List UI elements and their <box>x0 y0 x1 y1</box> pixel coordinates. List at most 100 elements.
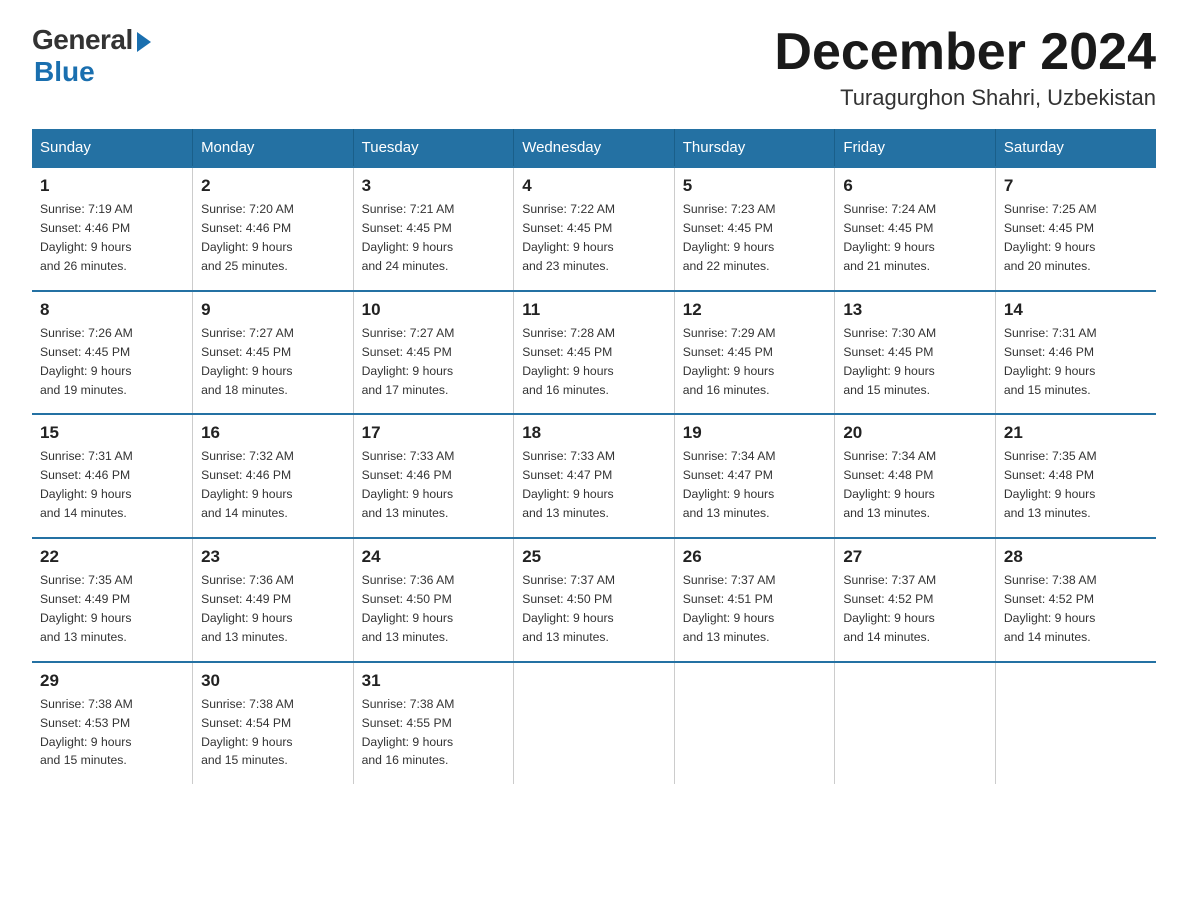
day-number: 3 <box>362 176 506 196</box>
day-number: 14 <box>1004 300 1148 320</box>
calendar-cell: 3 Sunrise: 7:21 AM Sunset: 4:45 PM Dayli… <box>353 167 514 291</box>
day-info: Sunrise: 7:28 AM Sunset: 4:45 PM Dayligh… <box>522 324 666 400</box>
day-info: Sunrise: 7:36 AM Sunset: 4:50 PM Dayligh… <box>362 571 506 647</box>
day-number: 2 <box>201 176 345 196</box>
day-number: 10 <box>362 300 506 320</box>
calendar-week-row: 8 Sunrise: 7:26 AM Sunset: 4:45 PM Dayli… <box>32 291 1156 415</box>
calendar-cell: 20 Sunrise: 7:34 AM Sunset: 4:48 PM Dayl… <box>835 414 996 538</box>
calendar-subtitle: Turagurghon Shahri, Uzbekistan <box>774 85 1156 111</box>
calendar-cell: 25 Sunrise: 7:37 AM Sunset: 4:50 PM Dayl… <box>514 538 675 662</box>
day-number: 15 <box>40 423 184 443</box>
day-number: 23 <box>201 547 345 567</box>
calendar-cell: 23 Sunrise: 7:36 AM Sunset: 4:49 PM Dayl… <box>193 538 354 662</box>
day-info: Sunrise: 7:34 AM Sunset: 4:47 PM Dayligh… <box>683 447 827 523</box>
logo-blue-text: Blue <box>34 56 95 88</box>
day-info: Sunrise: 7:33 AM Sunset: 4:47 PM Dayligh… <box>522 447 666 523</box>
day-number: 22 <box>40 547 184 567</box>
calendar-week-row: 29 Sunrise: 7:38 AM Sunset: 4:53 PM Dayl… <box>32 662 1156 785</box>
calendar-cell: 24 Sunrise: 7:36 AM Sunset: 4:50 PM Dayl… <box>353 538 514 662</box>
day-number: 24 <box>362 547 506 567</box>
day-number: 18 <box>522 423 666 443</box>
day-info: Sunrise: 7:37 AM Sunset: 4:50 PM Dayligh… <box>522 571 666 647</box>
calendar-cell: 10 Sunrise: 7:27 AM Sunset: 4:45 PM Dayl… <box>353 291 514 415</box>
day-info: Sunrise: 7:38 AM Sunset: 4:55 PM Dayligh… <box>362 695 506 771</box>
calendar-cell: 31 Sunrise: 7:38 AM Sunset: 4:55 PM Dayl… <box>353 662 514 785</box>
calendar-header-row: SundayMondayTuesdayWednesdayThursdayFrid… <box>32 129 1156 167</box>
day-number: 8 <box>40 300 184 320</box>
day-info: Sunrise: 7:38 AM Sunset: 4:53 PM Dayligh… <box>40 695 184 771</box>
calendar-cell: 1 Sunrise: 7:19 AM Sunset: 4:46 PM Dayli… <box>32 167 193 291</box>
day-info: Sunrise: 7:19 AM Sunset: 4:46 PM Dayligh… <box>40 200 184 276</box>
day-info: Sunrise: 7:22 AM Sunset: 4:45 PM Dayligh… <box>522 200 666 276</box>
day-info: Sunrise: 7:38 AM Sunset: 4:54 PM Dayligh… <box>201 695 345 771</box>
calendar-week-row: 1 Sunrise: 7:19 AM Sunset: 4:46 PM Dayli… <box>32 167 1156 291</box>
day-number: 21 <box>1004 423 1148 443</box>
day-number: 25 <box>522 547 666 567</box>
calendar-cell <box>995 662 1156 785</box>
day-info: Sunrise: 7:20 AM Sunset: 4:46 PM Dayligh… <box>201 200 345 276</box>
day-header-tuesday: Tuesday <box>353 129 514 167</box>
day-number: 19 <box>683 423 827 443</box>
calendar-cell: 19 Sunrise: 7:34 AM Sunset: 4:47 PM Dayl… <box>674 414 835 538</box>
logo-general-text: General <box>32 24 133 56</box>
calendar-cell: 22 Sunrise: 7:35 AM Sunset: 4:49 PM Dayl… <box>32 538 193 662</box>
calendar-cell: 18 Sunrise: 7:33 AM Sunset: 4:47 PM Dayl… <box>514 414 675 538</box>
day-number: 27 <box>843 547 987 567</box>
day-header-monday: Monday <box>193 129 354 167</box>
day-info: Sunrise: 7:31 AM Sunset: 4:46 PM Dayligh… <box>40 447 184 523</box>
day-info: Sunrise: 7:26 AM Sunset: 4:45 PM Dayligh… <box>40 324 184 400</box>
calendar-title-block: December 2024 Turagurghon Shahri, Uzbeki… <box>774 24 1156 111</box>
calendar-cell <box>835 662 996 785</box>
calendar-cell: 4 Sunrise: 7:22 AM Sunset: 4:45 PM Dayli… <box>514 167 675 291</box>
day-number: 1 <box>40 176 184 196</box>
day-number: 17 <box>362 423 506 443</box>
day-number: 16 <box>201 423 345 443</box>
calendar-cell: 14 Sunrise: 7:31 AM Sunset: 4:46 PM Dayl… <box>995 291 1156 415</box>
day-number: 11 <box>522 300 666 320</box>
day-info: Sunrise: 7:27 AM Sunset: 4:45 PM Dayligh… <box>201 324 345 400</box>
day-number: 20 <box>843 423 987 443</box>
calendar-cell: 5 Sunrise: 7:23 AM Sunset: 4:45 PM Dayli… <box>674 167 835 291</box>
day-number: 4 <box>522 176 666 196</box>
logo-arrow-icon <box>137 32 151 52</box>
day-info: Sunrise: 7:38 AM Sunset: 4:52 PM Dayligh… <box>1004 571 1148 647</box>
calendar-cell: 27 Sunrise: 7:37 AM Sunset: 4:52 PM Dayl… <box>835 538 996 662</box>
calendar-cell: 9 Sunrise: 7:27 AM Sunset: 4:45 PM Dayli… <box>193 291 354 415</box>
day-number: 5 <box>683 176 827 196</box>
calendar-cell <box>514 662 675 785</box>
day-number: 9 <box>201 300 345 320</box>
calendar-cell: 16 Sunrise: 7:32 AM Sunset: 4:46 PM Dayl… <box>193 414 354 538</box>
day-header-saturday: Saturday <box>995 129 1156 167</box>
day-info: Sunrise: 7:32 AM Sunset: 4:46 PM Dayligh… <box>201 447 345 523</box>
calendar-cell: 29 Sunrise: 7:38 AM Sunset: 4:53 PM Dayl… <box>32 662 193 785</box>
day-number: 26 <box>683 547 827 567</box>
calendar-title: December 2024 <box>774 24 1156 81</box>
day-info: Sunrise: 7:35 AM Sunset: 4:48 PM Dayligh… <box>1004 447 1148 523</box>
calendar-cell: 21 Sunrise: 7:35 AM Sunset: 4:48 PM Dayl… <box>995 414 1156 538</box>
calendar-cell: 17 Sunrise: 7:33 AM Sunset: 4:46 PM Dayl… <box>353 414 514 538</box>
day-number: 6 <box>843 176 987 196</box>
day-number: 12 <box>683 300 827 320</box>
day-info: Sunrise: 7:33 AM Sunset: 4:46 PM Dayligh… <box>362 447 506 523</box>
day-info: Sunrise: 7:29 AM Sunset: 4:45 PM Dayligh… <box>683 324 827 400</box>
calendar-week-row: 22 Sunrise: 7:35 AM Sunset: 4:49 PM Dayl… <box>32 538 1156 662</box>
day-info: Sunrise: 7:21 AM Sunset: 4:45 PM Dayligh… <box>362 200 506 276</box>
day-number: 13 <box>843 300 987 320</box>
calendar-cell: 26 Sunrise: 7:37 AM Sunset: 4:51 PM Dayl… <box>674 538 835 662</box>
day-info: Sunrise: 7:31 AM Sunset: 4:46 PM Dayligh… <box>1004 324 1148 400</box>
calendar-cell: 7 Sunrise: 7:25 AM Sunset: 4:45 PM Dayli… <box>995 167 1156 291</box>
calendar-cell: 8 Sunrise: 7:26 AM Sunset: 4:45 PM Dayli… <box>32 291 193 415</box>
calendar-cell: 28 Sunrise: 7:38 AM Sunset: 4:52 PM Dayl… <box>995 538 1156 662</box>
page-header: General Blue December 2024 Turagurghon S… <box>32 24 1156 111</box>
day-number: 7 <box>1004 176 1148 196</box>
calendar-cell: 15 Sunrise: 7:31 AM Sunset: 4:46 PM Dayl… <box>32 414 193 538</box>
day-info: Sunrise: 7:36 AM Sunset: 4:49 PM Dayligh… <box>201 571 345 647</box>
day-number: 31 <box>362 671 506 691</box>
day-header-wednesday: Wednesday <box>514 129 675 167</box>
calendar-table: SundayMondayTuesdayWednesdayThursdayFrid… <box>32 129 1156 784</box>
calendar-cell: 2 Sunrise: 7:20 AM Sunset: 4:46 PM Dayli… <box>193 167 354 291</box>
logo: General Blue <box>32 24 151 88</box>
day-info: Sunrise: 7:25 AM Sunset: 4:45 PM Dayligh… <box>1004 200 1148 276</box>
calendar-cell <box>674 662 835 785</box>
day-number: 30 <box>201 671 345 691</box>
